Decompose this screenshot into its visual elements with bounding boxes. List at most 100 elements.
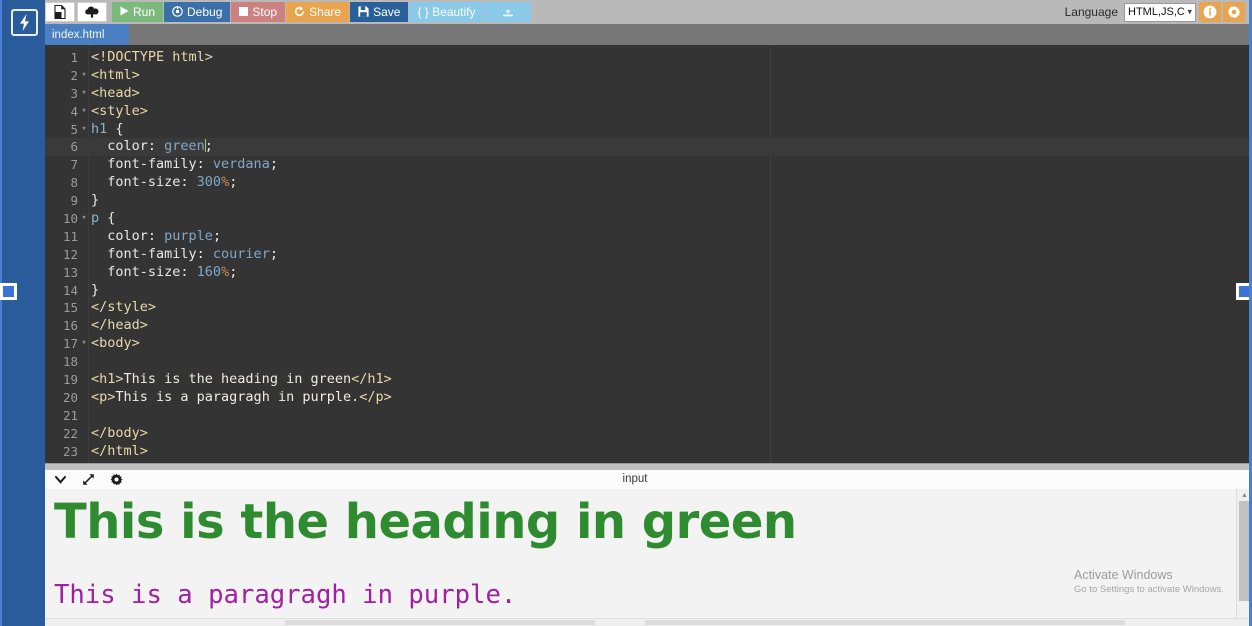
fold-toggle-icon[interactable]: ▾ <box>80 335 88 353</box>
code-line-6[interactable]: 6 color: green; <box>45 138 1249 157</box>
hscroll-thumb-b[interactable] <box>645 620 1125 625</box>
line-number: 10 <box>62 211 78 227</box>
token-sel: h1 <box>91 120 108 137</box>
code-line-13[interactable]: 13 font-size: 160%; <box>45 264 1249 282</box>
token-tag: <style> <box>91 102 148 119</box>
code-line-10[interactable]: 10 ▾ p { <box>45 210 1249 228</box>
line-number: 1 <box>70 50 78 65</box>
run-button[interactable]: Run <box>112 2 164 22</box>
token-tag: </style> <box>91 299 157 316</box>
tab-index-html[interactable]: index.html <box>45 24 129 45</box>
token-tag: </p> <box>359 388 392 405</box>
code-text: </style> <box>91 299 156 317</box>
expand-diagonal-icon[interactable] <box>81 471 96 487</box>
language-selector[interactable]: Language HTML,JS,C ▾ <box>1065 0 1196 24</box>
line-number: 17 <box>62 336 78 352</box>
token-prop: font-size: <box>91 263 197 280</box>
code-line-23[interactable]: 23 </html> <box>45 443 1249 461</box>
code-text: <html> <box>91 67 140 85</box>
upload-button[interactable] <box>77 2 107 22</box>
beautify-button[interactable]: { } Beautify <box>409 2 484 22</box>
code-line-19[interactable]: 19 <h1>This is the heading in green</h1> <box>45 371 1249 389</box>
left-resize-handle[interactable] <box>0 283 17 300</box>
code-line-3[interactable]: 3 ▾ <head> <box>45 85 1249 103</box>
code-line-2[interactable]: 2 ▾ <html> <box>45 67 1249 85</box>
line-number: 12 <box>62 246 78 262</box>
new-file-button[interactable] <box>45 2 75 22</box>
preview-frame: This is the heading in green This is a p… <box>45 489 1230 626</box>
info-button[interactable] <box>1199 2 1221 22</box>
code-line-22[interactable]: 22 </body> <box>45 425 1249 443</box>
chevron-down-icon[interactable] <box>53 471 68 487</box>
fold-toggle-icon[interactable]: ▾ <box>80 67 88 85</box>
save-button[interactable]: Save <box>350 2 409 22</box>
token-tag: <head> <box>91 84 140 101</box>
code-line-15[interactable]: 15 </style> <box>45 299 1249 317</box>
token-prop: font-size: <box>91 174 197 191</box>
fold-toggle-icon[interactable]: ▾ <box>80 210 88 228</box>
line-number: 20 <box>62 389 78 405</box>
share-button[interactable]: Share <box>286 2 350 22</box>
code-line-12[interactable]: 12 font-family: courier; <box>45 246 1249 264</box>
file-page-icon <box>54 5 66 19</box>
code-text: <head> <box>91 85 140 103</box>
fold-toggle-icon[interactable]: ▾ <box>80 121 88 139</box>
code-line-5[interactable]: 5 ▾ h1 { <box>45 121 1249 139</box>
token-text: This is the heading in green <box>123 371 352 388</box>
floppy-disk-icon <box>358 5 369 19</box>
line-number: 7 <box>70 157 78 173</box>
code-text: </html> <box>91 443 148 461</box>
debug-button-label: Debug <box>187 5 223 19</box>
code-line-18[interactable]: 18 <box>45 353 1249 371</box>
code-lines[interactable]: 1 <!DOCTYPE html> 2 ▾ <html> 3 ▾ <head> 4 ▾ <style… <box>45 49 1249 460</box>
lightning-bolt-icon[interactable] <box>11 9 38 36</box>
token-num: 160 <box>196 263 222 280</box>
settings-button[interactable] <box>1223 2 1245 22</box>
output-panel: This is the heading in green This is a p… <box>45 489 1249 626</box>
token-text: This is a paragragh in purple. <box>115 388 360 405</box>
code-text: <body> <box>91 335 140 353</box>
token-tag: <h1> <box>91 371 124 388</box>
gear-icon[interactable] <box>109 471 124 487</box>
code-line-8[interactable]: 8 font-size: 300%; <box>45 174 1249 192</box>
token-punct: ; <box>269 245 278 262</box>
token-unit: % <box>221 263 230 280</box>
output-horizontal-scrollbar[interactable] <box>45 618 1249 626</box>
code-line-20[interactable]: 20 <p>This is a paragragh in purple.</p> <box>45 389 1249 407</box>
debug-button[interactable]: Debug <box>164 2 231 22</box>
code-line-21[interactable]: 21 <box>45 407 1249 425</box>
code-line-9[interactable]: 9} <box>45 192 1249 210</box>
code-line-1[interactable]: 1 <!DOCTYPE html> <box>45 49 1249 67</box>
code-text: font-family: courier; <box>91 246 278 264</box>
save-button-label: Save <box>373 5 401 19</box>
token-sel: p <box>91 210 100 227</box>
gear-icon <box>1227 5 1241 19</box>
code-line-14[interactable]: 14} <box>45 282 1249 300</box>
stop-button[interactable]: Stop <box>231 2 286 22</box>
left-rail <box>2 0 45 626</box>
code-editor[interactable]: 1 <!DOCTYPE html> 2 ▾ <html> 3 ▾ <head> 4 ▾ <style… <box>45 45 1249 463</box>
stop-square-icon <box>239 6 249 18</box>
code-line-11[interactable]: 11 color: purple; <box>45 228 1249 246</box>
download-button[interactable] <box>484 2 531 22</box>
preview-paragraph: This is a paragragh in purple. <box>54 580 517 611</box>
line-number: 2 <box>70 67 78 83</box>
code-line-7[interactable]: 7 font-family: verdana; <box>45 156 1249 174</box>
language-select[interactable]: HTML,JS,C ▾ <box>1124 2 1196 22</box>
line-number: 18 <box>62 354 78 370</box>
line-number: 4 <box>70 103 78 119</box>
code-line-17[interactable]: 17 ▾ <body> <box>45 335 1249 353</box>
code-text: color: purple; <box>91 228 221 246</box>
token-tag: </head> <box>91 317 148 334</box>
fold-toggle-icon[interactable]: ▾ <box>80 103 88 121</box>
beautify-button-label: { } Beautify <box>417 5 476 19</box>
token-tag: <p> <box>91 388 116 405</box>
code-line-16[interactable]: 16 </head> <box>45 317 1249 335</box>
code-text: font-family: verdana; <box>91 156 278 174</box>
code-text: <p>This is a paragragh in purple.</p> <box>91 389 392 407</box>
code-line-4[interactable]: 4 ▾ <style> <box>45 103 1249 121</box>
hscroll-thumb-a[interactable] <box>285 620 595 625</box>
line-number: 9 <box>70 193 78 209</box>
line-number: 22 <box>62 425 78 441</box>
fold-toggle-icon[interactable]: ▾ <box>80 85 88 103</box>
